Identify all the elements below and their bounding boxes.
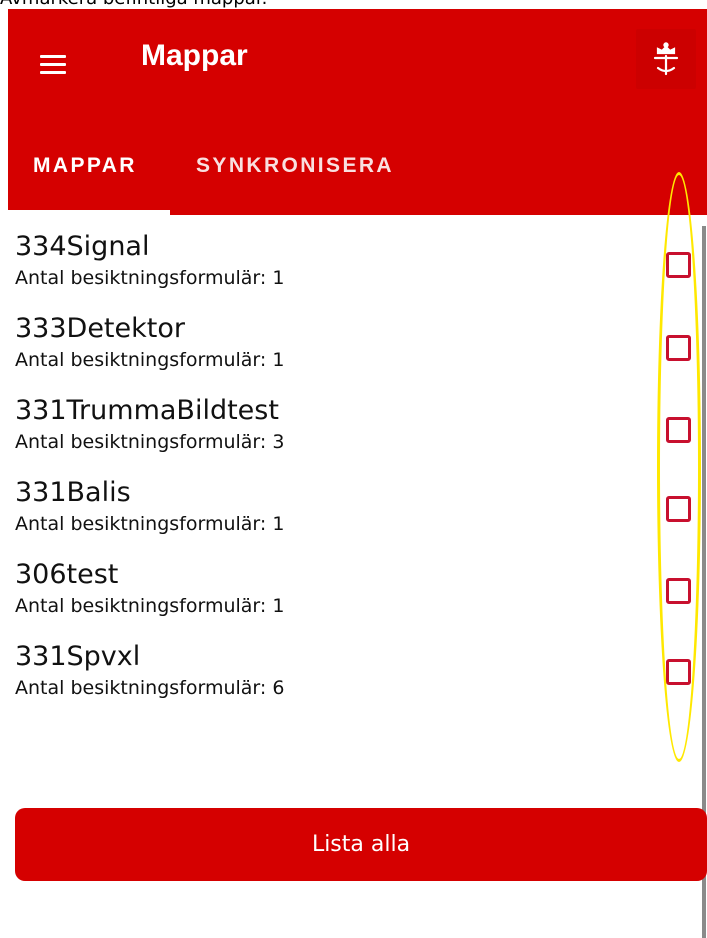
folder-form-count: Antal besiktningsformulär: 1 [15, 267, 285, 289]
folder-checkbox-331balis[interactable] [666, 496, 691, 522]
list-item[interactable]: 334Signal Antal besiktningsformulär: 1 [15, 230, 655, 312]
list-item[interactable]: 331Spvxl Antal besiktningsformulär: 6 [15, 640, 655, 722]
list-item[interactable]: 331TrummaBildtest Antal besiktningsformu… [15, 394, 655, 476]
folder-form-count: Antal besiktningsformulär: 1 [15, 513, 285, 535]
folder-checkbox-331trummabildtest[interactable] [666, 417, 691, 443]
hamburger-menu-icon-line [40, 71, 66, 74]
tab-synkronisera[interactable]: SYNKRONISERA [196, 149, 394, 209]
tab-mappar[interactable]: MAPPAR [33, 149, 137, 209]
folder-name: 331Balis [15, 477, 131, 508]
folder-name: 331TrummaBildtest [15, 395, 279, 426]
list-item[interactable]: 331Balis Antal besiktningsformulär: 1 [15, 476, 655, 558]
folder-list: 334Signal Antal besiktningsformulär: 1 3… [15, 230, 655, 722]
folder-form-count: Antal besiktningsformulär: 1 [15, 595, 285, 617]
folder-checkbox-306test[interactable] [666, 578, 691, 604]
logo-button[interactable] [636, 29, 696, 89]
active-tab-indicator [8, 210, 170, 215]
page-title: Mappar [141, 39, 248, 72]
folder-checkbox-331spvxl[interactable] [666, 659, 691, 685]
folder-checkbox-333detektor[interactable] [666, 335, 691, 361]
menu-button[interactable] [38, 51, 78, 91]
trafikverket-crown-logo-icon [653, 42, 679, 76]
list-item[interactable]: 333Detektor Antal besiktningsformulär: 1 [15, 312, 655, 394]
folder-form-count: Antal besiktningsformulär: 1 [15, 349, 285, 371]
folder-name: 331Spvxl [15, 641, 141, 672]
instruction-caption: Avmarkera befintliga mappar. [0, 0, 267, 9]
folder-name: 333Detektor [15, 313, 185, 344]
list-item[interactable]: 306test Antal besiktningsformulär: 1 [15, 558, 655, 640]
folder-form-count: Antal besiktningsformulär: 3 [15, 431, 285, 453]
folder-name: 306test [15, 559, 119, 590]
hamburger-menu-icon [40, 55, 66, 58]
app-bar: Mappar MAPPAR SYNKRONISERA [8, 9, 707, 215]
folder-checkbox-334signal[interactable] [666, 252, 691, 278]
folder-form-count: Antal besiktningsformulär: 6 [15, 677, 285, 699]
hamburger-menu-icon-line [40, 63, 66, 66]
folder-name: 334Signal [15, 231, 150, 262]
list-all-button[interactable]: Lista alla [15, 808, 707, 881]
